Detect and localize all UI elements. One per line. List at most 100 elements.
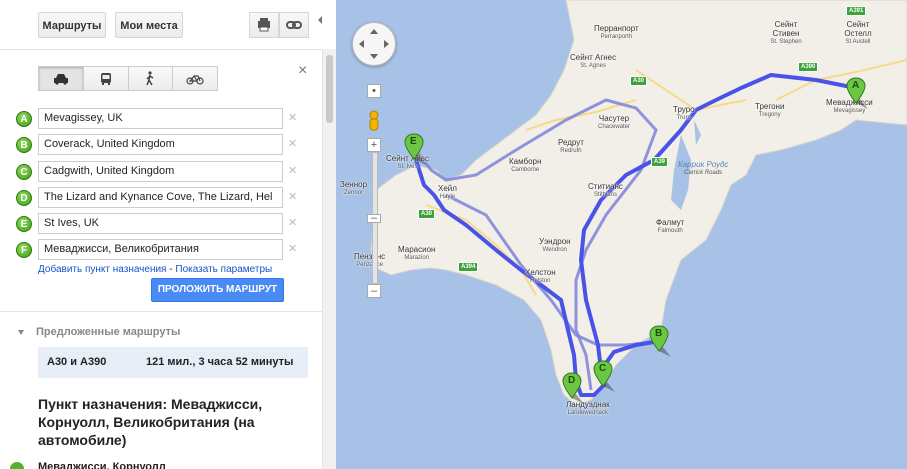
town-name: Часутер bbox=[599, 114, 629, 123]
collapse-panel-icon[interactable] bbox=[318, 14, 322, 26]
sea-subname: Carrick Roads bbox=[678, 169, 728, 178]
town-name: Сейнт Агнес bbox=[570, 53, 616, 62]
zoom-slider-handle[interactable]: – bbox=[367, 214, 381, 223]
map-label: ЗеннорZennor bbox=[340, 180, 367, 198]
suggested-routes-header[interactable]: Предложенные маршруты bbox=[18, 326, 180, 338]
waypoint-marker-icon: A bbox=[16, 111, 32, 127]
scrollbar-thumb[interactable] bbox=[326, 55, 333, 123]
waypoint-row: A Mevagissey, UK ✕ bbox=[0, 108, 322, 134]
town-name: Хелстон bbox=[525, 268, 556, 277]
reset-view-button[interactable]: • bbox=[367, 84, 381, 98]
mode-walk-button[interactable] bbox=[129, 67, 174, 90]
mode-bike-button[interactable] bbox=[173, 67, 217, 90]
map-label: ПерранпортPerranporth bbox=[594, 24, 639, 42]
divider bbox=[0, 311, 322, 312]
route-summary: 121 мил., 3 часа 52 минуты bbox=[146, 356, 293, 368]
my-places-button[interactable]: Мои места bbox=[115, 12, 183, 38]
map-label: МарасионMarazion bbox=[398, 245, 435, 263]
map-base bbox=[336, 0, 907, 469]
remove-waypoint-icon[interactable]: ✕ bbox=[288, 111, 297, 124]
town-subname: Zennor bbox=[340, 189, 367, 198]
route-marker-c[interactable]: C bbox=[593, 360, 617, 394]
town-subname: Landewednack bbox=[566, 409, 610, 418]
route-marker-e[interactable]: E bbox=[404, 133, 428, 167]
print-icon bbox=[250, 13, 278, 37]
waypoint-input[interactable]: Coverack, United Kingdom bbox=[38, 134, 283, 155]
waypoint-input[interactable]: Cadgwith, United Kingdom bbox=[38, 161, 283, 182]
mode-car-button[interactable] bbox=[39, 67, 84, 90]
start-marker-icon bbox=[10, 462, 24, 469]
map-label: ЧасутерChacewater bbox=[598, 114, 630, 132]
sea-label: Каррик РоудсCarrick Roads bbox=[678, 160, 728, 178]
pegman-icon[interactable] bbox=[365, 110, 383, 136]
town-name: Перранпорт bbox=[594, 24, 639, 33]
map-label: ХейлHayle bbox=[438, 184, 457, 202]
town-subname: Falmouth bbox=[656, 227, 684, 236]
town-subname: Chacewater bbox=[598, 123, 630, 132]
waypoint-marker-icon: B bbox=[16, 137, 32, 153]
map-label: ПензансPenzance bbox=[354, 252, 385, 270]
close-icon[interactable]: × bbox=[298, 62, 307, 80]
expand-triangle-icon bbox=[18, 330, 24, 335]
map-canvas[interactable]: ПерранпортPerranporth Сейнт АгнесSt. Agn… bbox=[336, 0, 907, 469]
town-name: Труро bbox=[673, 105, 695, 114]
route-marker-b[interactable]: B bbox=[649, 325, 673, 359]
town-name: Трегони bbox=[755, 102, 784, 111]
map-label: СтитиансStithians bbox=[588, 182, 623, 200]
add-destination-link[interactable]: Добавить пункт назначения bbox=[38, 264, 166, 275]
town-name: Сейнт Стивен bbox=[773, 20, 800, 38]
map-label: ТруроTruro bbox=[673, 105, 695, 123]
town-name: Хейл bbox=[438, 184, 457, 193]
town-subname: St. Agnes bbox=[570, 62, 616, 71]
print-button[interactable] bbox=[249, 12, 279, 38]
remove-waypoint-icon[interactable]: ✕ bbox=[288, 137, 297, 150]
route-name: A30 и A390 bbox=[47, 356, 106, 368]
town-subname: Tregony bbox=[755, 111, 784, 120]
town-subname: St Austell bbox=[836, 38, 880, 47]
marker-letter: B bbox=[655, 328, 662, 339]
zoom-out-button[interactable]: – bbox=[367, 284, 381, 298]
waypoint-row: F Меваджисси, Великобритания ✕ bbox=[0, 239, 322, 265]
suggested-route-item[interactable]: A30 и A390 121 мил., 3 часа 52 минуты bbox=[38, 347, 308, 378]
route-marker-d[interactable]: D bbox=[562, 372, 586, 406]
remove-waypoint-icon[interactable]: ✕ bbox=[288, 242, 297, 255]
map-label: КамборнCamborne bbox=[509, 157, 541, 175]
map-label: ТрегониTregony bbox=[755, 102, 784, 120]
town-name: Редрут bbox=[558, 138, 584, 147]
destination-title: Пункт назначения: Меваджисси, Корнуолл, … bbox=[38, 395, 288, 449]
road-shield: A391 bbox=[846, 6, 866, 16]
bike-icon bbox=[186, 73, 204, 85]
travel-mode-selector bbox=[38, 66, 218, 91]
show-options-link[interactable]: Показать параметры bbox=[175, 264, 272, 275]
remove-waypoint-icon[interactable]: ✕ bbox=[288, 216, 297, 229]
town-subname: Perranporth bbox=[594, 33, 639, 42]
map-label: ХелстонHelston bbox=[525, 268, 556, 286]
map-label: Сейнт СтивенSt. Stephen bbox=[764, 20, 808, 47]
town-name: Зеннор bbox=[340, 180, 367, 189]
waypoint-input[interactable]: The Lizard and Kynance Cove, The Lizard,… bbox=[38, 187, 283, 208]
car-icon bbox=[53, 73, 69, 85]
route-marker-a[interactable]: A bbox=[846, 77, 870, 111]
get-directions-button[interactable]: ПРОЛОЖИТЬ МАРШРУТ bbox=[151, 278, 284, 302]
sea-name: Каррик Роудс bbox=[678, 160, 728, 169]
routes-button[interactable]: Маршруты bbox=[38, 12, 106, 38]
town-subname: Camborne bbox=[509, 166, 541, 175]
pan-arrows-icon bbox=[353, 23, 395, 65]
map-label: Сейнт ОстеллSt Austell bbox=[836, 20, 880, 47]
mode-transit-button[interactable] bbox=[84, 67, 129, 90]
waypoint-input[interactable]: Меваджисси, Великобритания bbox=[38, 239, 283, 260]
waypoint-marker-icon: C bbox=[16, 164, 32, 180]
link-button[interactable] bbox=[279, 12, 309, 38]
remove-waypoint-icon[interactable]: ✕ bbox=[288, 164, 297, 177]
zoom-in-button[interactable]: + bbox=[367, 138, 381, 152]
waypoint-input[interactable]: St Ives, UK bbox=[38, 213, 283, 234]
town-subname: Hayle bbox=[438, 193, 457, 202]
waypoint-row: D The Lizard and Kynance Cove, The Lizar… bbox=[0, 187, 322, 213]
pan-control[interactable] bbox=[352, 22, 396, 66]
panel-scrollbar[interactable] bbox=[322, 49, 337, 469]
remove-waypoint-icon[interactable]: ✕ bbox=[288, 190, 297, 203]
waypoint-input[interactable]: Mevagissey, UK bbox=[38, 108, 283, 129]
map-label: ФалмутFalmouth bbox=[656, 218, 684, 236]
marker-letter: D bbox=[568, 375, 575, 386]
town-subname: Truro bbox=[673, 114, 695, 123]
